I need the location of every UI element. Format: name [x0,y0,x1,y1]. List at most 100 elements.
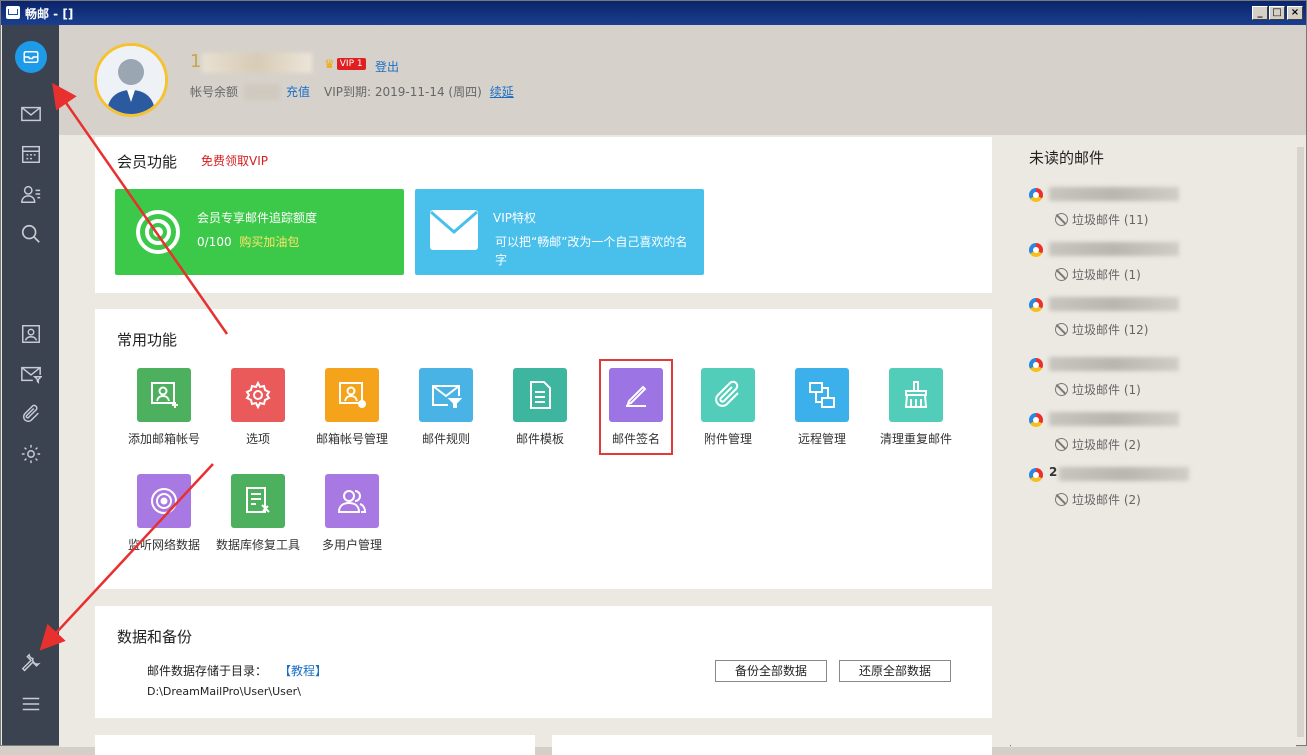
tracking-title: 会员专享邮件追踪额度 [197,211,318,225]
person-card-icon[interactable] [16,319,46,349]
vip-privilege-card[interactable]: VIP特权 可以把“畅邮”改为一个自己喜欢的名字 [415,189,704,275]
attachment-manage-feature[interactable]: 附件管理 [681,368,775,447]
account-manage-feature[interactable]: 邮箱帐号管理 [305,368,399,447]
backup-all-button[interactable]: 备份全部数据 [715,660,827,682]
database-repair-icon [246,487,270,513]
bottom-panel-right [552,735,992,755]
main-content: 会员功能 免费领取VIP 会员专享邮件追踪额度 0/100 购买加油包 VIP特… [59,135,1010,755]
vip-card-desc: 可以把“畅邮”改为一个自己喜欢的名字 [495,235,688,267]
add-account-icon [151,382,178,408]
unread-item[interactable]: 垃圾邮件 (2) [1029,410,1289,460]
document-icon [530,381,551,409]
block-icon [1055,383,1068,396]
free-vip-link[interactable]: 免费领取VIP [201,152,268,169]
vip-expire: VIP到期: 2019-11-14 (周四) [324,85,482,99]
close-button[interactable]: × [1287,6,1303,20]
crown-icon: ♛ [324,57,335,71]
recharge-link[interactable]: 充值 [286,83,310,100]
unread-mail-panel: 未读的邮件 垃圾邮件 (11) 垃圾邮件 (1) 垃圾邮件 (12) 垃圾邮件 … [1011,135,1296,747]
search-icon[interactable] [16,219,46,249]
backup-panel: 数据和备份 邮件数据存储于目录： 【教程】 D:\DreamMailPro\Us… [95,606,992,718]
mail-signature-feature[interactable]: 邮件签名 [589,368,683,447]
scrollbar[interactable] [1296,135,1306,745]
member-panel: 会员功能 免费领取VIP 会员专享邮件追踪额度 0/100 购买加油包 VIP特… [95,137,992,293]
account-settings-icon [339,382,366,408]
network-monitor-feature[interactable]: 监听网络数据 [117,474,211,553]
tutorial-link[interactable]: 【教程】 [279,662,327,679]
radar-icon [151,488,177,514]
unread-item[interactable]: 垃圾邮件 (12) [1029,295,1289,345]
options-feature[interactable]: 选项 [211,368,305,447]
common-functions-panel: 常用功能 添加邮箱帐号 选项 邮箱帐号管理 邮件规则 邮件模板 邮件签名 附件管… [95,309,992,589]
remote-manage-feature[interactable]: 远程管理 [775,368,869,447]
sidebar [2,25,59,745]
multi-user-feature[interactable]: 多用户管理 [305,474,399,553]
unread-item[interactable]: 垃圾邮件 (11) [1029,185,1289,235]
multi-user-icon [337,490,367,513]
broom-icon [904,381,928,408]
buy-package-link[interactable]: 购买加油包 [239,235,299,249]
contacts-icon[interactable] [16,179,46,209]
balance-label: 帐号余额 [190,85,239,99]
unread-item[interactable]: 垃圾邮件 (1) [1029,240,1289,290]
mail-account-icon [1029,298,1043,312]
pen-icon [626,385,647,407]
calendar-icon[interactable] [16,139,46,169]
block-icon [1055,438,1068,451]
user-header: 1 ♛ VIP 1 登出 帐号余额 充值 VIP到期: 2019-11-14 (周… [59,25,1306,135]
account-info: 帐号余额 充值 VIP到期: 2019-11-14 (周四) 续延 [190,83,514,100]
envelope-icon[interactable] [16,99,46,129]
block-icon [1055,268,1068,281]
mail-filter-icon [432,385,462,408]
gear-icon [245,380,271,410]
restore-all-button[interactable]: 还原全部数据 [839,660,951,682]
logout-link[interactable]: 登出 [375,58,399,75]
app-window: 畅邮 - [] _ □ × 1 ♛ VIP 1 登出 帐号余额 充值 VIP到期:… [0,0,1307,755]
unread-title: 未读的邮件 [1029,149,1105,167]
unread-item[interactable]: 垃圾邮件 (1) [1029,355,1289,405]
mail-account-icon [1029,358,1043,372]
mail-account-icon [1029,413,1043,427]
vip-badge: ♛ VIP 1 [324,57,366,71]
mail-account-icon [1029,188,1043,202]
member-title: 会员功能 [117,153,178,171]
paperclip-icon [715,380,739,407]
bottom-panel-left [95,735,535,755]
paperclip-icon[interactable] [16,399,46,429]
gear-icon[interactable] [16,439,46,469]
maximize-button[interactable]: □ [1269,6,1285,20]
mail-circle-icon[interactable] [15,41,47,73]
window-title: 畅邮 - [] [25,7,74,21]
storage-path: D:\DreamMailPro\User\User\ [147,685,301,698]
app-icon [6,6,20,19]
renew-link[interactable]: 续延 [490,83,514,100]
add-account-feature[interactable]: 添加邮箱帐号 [117,368,211,447]
block-icon [1055,213,1068,226]
tracking-card[interactable]: 会员专享邮件追踪额度 0/100 购买加油包 [115,189,404,275]
backup-title: 数据和备份 [117,628,193,646]
storage-label: 邮件数据存储于目录： [147,664,268,678]
mail-template-feature[interactable]: 邮件模板 [493,368,587,447]
mail-account-icon [1029,468,1043,482]
common-title: 常用功能 [117,331,178,349]
title-bar[interactable]: 畅邮 - [] _ □ × [1,1,1306,25]
block-icon [1055,323,1068,336]
scrollbar-thumb[interactable] [1297,147,1304,737]
hamburger-icon[interactable] [16,689,46,719]
clean-duplicates-feature[interactable]: 清理重复邮件 [869,368,963,447]
tracking-quota: 0/100 购买加油包 [197,235,300,249]
username: 1 [190,51,312,75]
database-repair-feature[interactable]: 数据库修复工具 [211,474,305,553]
mail-rules-feature[interactable]: 邮件规则 [399,368,493,447]
envelope-icon [430,210,478,250]
mail-filter-icon[interactable] [16,359,46,389]
minimize-button[interactable]: _ [1252,6,1268,20]
mail-account-icon [1029,243,1043,257]
block-icon [1055,493,1068,506]
target-icon [136,210,180,254]
remote-icon [809,382,835,408]
unread-item[interactable]: 2 垃圾邮件 (2) [1029,465,1289,515]
wrench-icon[interactable] [16,649,46,679]
avatar[interactable] [94,43,168,117]
vip-card-title: VIP特权 [493,211,536,225]
